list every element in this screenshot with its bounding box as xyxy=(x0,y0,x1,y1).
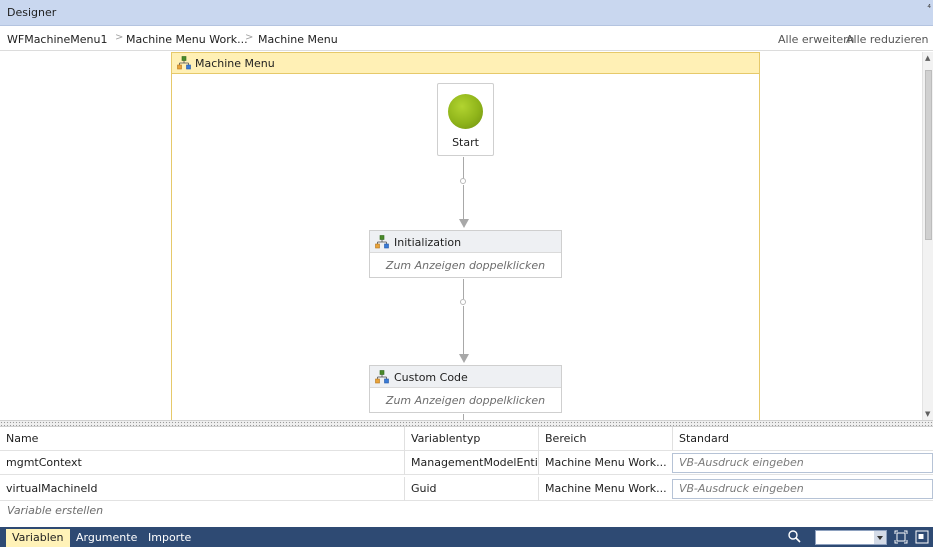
variable-type-cell[interactable]: Guid xyxy=(404,477,538,501)
table-row[interactable]: mgmtContext ManagementModelEntities Mach… xyxy=(0,451,933,475)
column-header-type[interactable]: Variablentyp xyxy=(404,427,538,451)
create-variable-link[interactable]: Variable erstellen xyxy=(7,504,103,517)
variable-scope-cell[interactable]: Machine Menu Work... xyxy=(538,451,672,475)
bottom-tab-bar: Variablen Argumente Importe xyxy=(0,527,933,547)
activity-hint: Zum Anzeigen doppelklicken xyxy=(385,259,546,272)
flowchart-header[interactable]: Machine Menu xyxy=(172,53,759,74)
breadcrumb-item-workflow[interactable]: WFMachineMenu1 xyxy=(7,33,107,46)
table-row[interactable]: virtualMachineId Guid Machine Menu Work.… xyxy=(0,477,933,501)
pin-icon[interactable]: ⁴ xyxy=(927,4,931,14)
variable-name-cell[interactable]: virtualMachineId xyxy=(0,477,404,501)
activity-title: Custom Code xyxy=(394,371,468,384)
connector-arrow-icon xyxy=(459,354,469,363)
overview-icon[interactable] xyxy=(915,530,929,544)
breadcrumb-item-machine-menu-work[interactable]: Machine Menu Work... xyxy=(126,33,248,46)
column-header-name[interactable]: Name xyxy=(0,427,404,451)
designer-title-bar: Designer ⁴ xyxy=(0,0,933,26)
column-header-scope[interactable]: Bereich xyxy=(538,427,672,451)
canvas-vertical-scrollbar[interactable]: ▲ ▼ xyxy=(922,52,933,420)
scroll-down-icon[interactable]: ▼ xyxy=(925,410,930,418)
start-label: Start xyxy=(452,136,479,149)
flowchart-icon xyxy=(375,370,389,384)
connector-arrow-icon xyxy=(459,219,469,228)
panel-splitter[interactable] xyxy=(0,420,933,427)
variables-header-row: Name Variablentyp Bereich Standard xyxy=(0,427,933,451)
search-icon[interactable] xyxy=(786,529,804,545)
activity-custom-code[interactable]: Custom Code Zum Anzeigen doppelklicken xyxy=(369,365,562,413)
activity-title: Initialization xyxy=(394,236,462,249)
default-value-input[interactable]: VB-Ausdruck eingeben xyxy=(672,479,933,499)
zoom-dropdown[interactable] xyxy=(815,530,887,545)
designer-canvas[interactable]: Machine Menu Start Initialization Zum An… xyxy=(0,52,922,420)
start-circle-icon xyxy=(448,94,483,129)
breadcrumb-separator-icon: > xyxy=(245,32,254,43)
flowchart-icon xyxy=(177,56,191,70)
column-header-default[interactable]: Standard xyxy=(672,427,933,451)
connector-line xyxy=(463,185,464,219)
activity-hint: Zum Anzeigen doppelklicken xyxy=(385,394,546,407)
tab-imports[interactable]: Importe xyxy=(142,529,197,547)
connection-point[interactable] xyxy=(460,299,466,305)
flowchart-container[interactable]: Machine Menu Start Initialization Zum An… xyxy=(171,52,760,420)
chevron-down-icon[interactable] xyxy=(874,531,886,544)
activity-header[interactable]: Custom Code xyxy=(370,366,561,388)
scrollbar-thumb[interactable] xyxy=(925,70,932,240)
activity-initialization[interactable]: Initialization Zum Anzeigen doppelklicke… xyxy=(369,230,562,278)
collapse-all-button[interactable]: Alle reduzieren xyxy=(846,33,929,46)
breadcrumb: WFMachineMenu1 > Machine Menu Work... > … xyxy=(0,27,933,51)
connector-line xyxy=(463,279,464,299)
tab-variables[interactable]: Variablen xyxy=(6,529,70,547)
variable-scope-cell[interactable]: Machine Menu Work... xyxy=(538,477,672,501)
start-node[interactable]: Start xyxy=(437,83,494,156)
flowchart-icon xyxy=(375,235,389,249)
activity-header[interactable]: Initialization xyxy=(370,231,561,253)
fit-to-screen-icon[interactable] xyxy=(894,530,908,544)
flowchart-title: Machine Menu xyxy=(195,57,275,70)
tab-arguments[interactable]: Argumente xyxy=(70,529,143,547)
connection-point[interactable] xyxy=(460,178,466,184)
variable-type-cell[interactable]: ManagementModelEntities xyxy=(404,451,538,475)
connector-line xyxy=(463,157,464,179)
variable-name-cell[interactable]: mgmtContext xyxy=(0,451,404,475)
breadcrumb-separator-icon: > xyxy=(115,32,124,43)
expand-all-button[interactable]: Alle erweitern xyxy=(778,33,854,46)
window-title: Designer xyxy=(7,6,57,19)
breadcrumb-item-machine-menu[interactable]: Machine Menu xyxy=(258,33,338,46)
default-value-input[interactable]: VB-Ausdruck eingeben xyxy=(672,453,933,473)
connector-line xyxy=(463,306,464,354)
variables-grid: Name Variablentyp Bereich Standard mgmtC… xyxy=(0,427,933,519)
scroll-up-icon[interactable]: ▲ xyxy=(925,54,930,62)
